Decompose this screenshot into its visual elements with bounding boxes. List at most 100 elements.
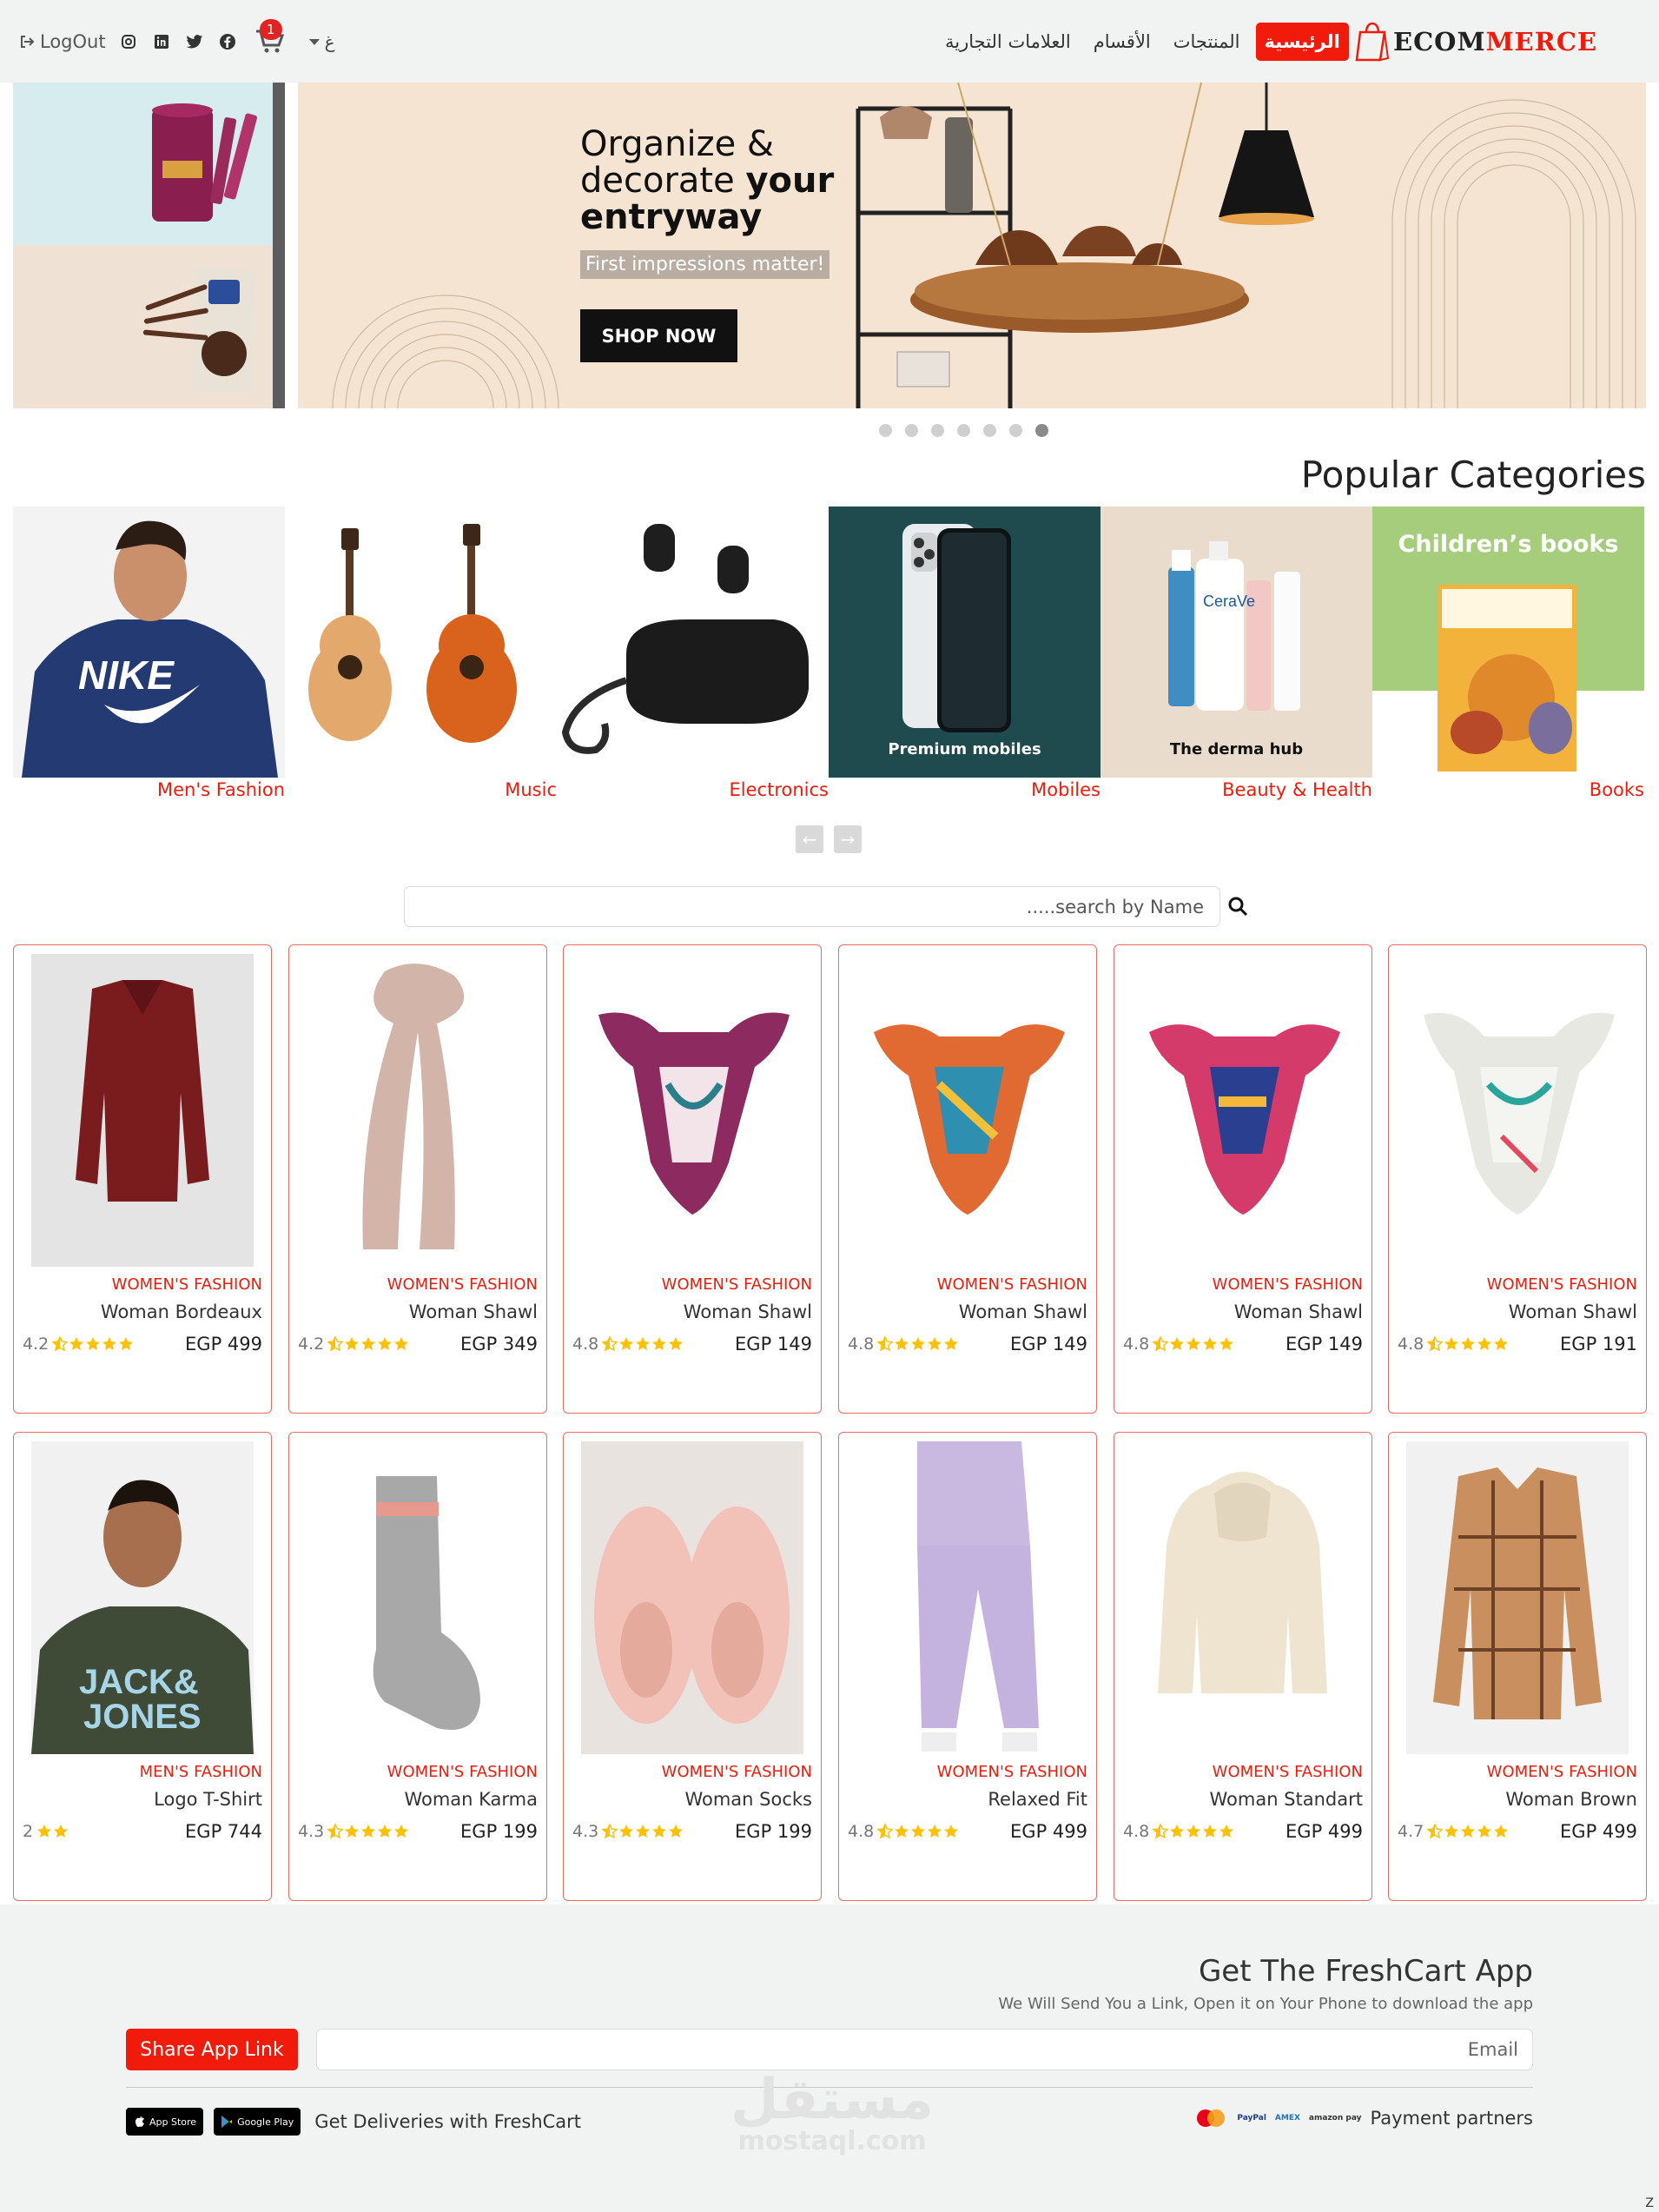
rating-value: 4.8 [572, 1334, 599, 1354]
google-play-icon [221, 2116, 233, 2128]
category-image [285, 507, 557, 778]
share-app-link-button[interactable]: Share App Link [126, 2029, 298, 2070]
product-card[interactable]: WOMEN'S FASHION Relaxed Fit 4.8 EGP 499 [838, 1432, 1097, 1901]
carousel-dot[interactable] [905, 424, 918, 437]
product-image [1132, 954, 1354, 1267]
brand-logo[interactable]: ECOMMERCE [1355, 16, 1597, 68]
category-beauty-health[interactable]: CeraVe The derma hub Beauty & Health [1100, 507, 1372, 802]
google-play-badge[interactable]: Google Play [214, 2108, 301, 2136]
product-card[interactable]: WOMEN'S FASHION Woman Brown 4.7 EGP 499 [1388, 1432, 1647, 1901]
carousel-dot[interactable] [957, 424, 970, 437]
product-rating: 4.8 [848, 1822, 959, 1841]
product-card[interactable]: WOMEN'S FASHION Woman Shawl 4.2 EGP 349 [288, 944, 547, 1414]
logout-icon [21, 36, 35, 48]
nav-categories[interactable]: الأقسام [1087, 24, 1158, 59]
category-label: Music [505, 779, 557, 800]
search-input[interactable] [404, 886, 1220, 927]
product-card[interactable]: WOMEN'S FASHION Woman Bordeaux 4.2 EGP 499 [13, 944, 272, 1414]
app-store-badge[interactable]: App Store [126, 2108, 204, 2136]
product-card[interactable]: WOMEN'S FASHION Woman Shawl 4.8 EGP 149 [563, 944, 822, 1414]
hero-banner[interactable]: Organize & decorate your entryway First … [298, 83, 1646, 408]
star-icon [361, 1825, 376, 1838]
category-label: Electronics [729, 779, 829, 800]
rating-value: 4.8 [1123, 1334, 1150, 1354]
arrow-left-icon[interactable]: ← [796, 825, 823, 853]
star-icon [636, 1825, 651, 1838]
category-mens-fashion[interactable]: NIKE Men's Fashion [13, 507, 285, 802]
rating-value: 4.3 [298, 1822, 325, 1841]
category-books[interactable]: Children’s books Books [1372, 507, 1644, 802]
product-image [31, 954, 254, 1267]
product-footer: 4.8 EGP 149 [1123, 1334, 1363, 1354]
product-card[interactable]: WOMEN'S FASHION Woman Shawl 4.8 EGP 191 [1388, 944, 1647, 1414]
star-icon [636, 1337, 651, 1350]
product-footer: 4.8 EGP 499 [1123, 1821, 1363, 1842]
star-icon [944, 1337, 959, 1350]
product-image [856, 1441, 1079, 1754]
category-image: Premium mobiles [829, 507, 1100, 778]
product-price: EGP 499 [1010, 1821, 1087, 1842]
rating-stars [602, 1336, 684, 1352]
star-icon [345, 1825, 360, 1838]
arrow-right-icon[interactable]: → [834, 825, 862, 853]
product-rating: 4.3 [298, 1822, 409, 1841]
hero-line-2a: decorate [580, 161, 746, 201]
rating-stars [1427, 1824, 1509, 1839]
product-category: WOMEN'S FASHION [387, 1763, 538, 1781]
product-card[interactable]: JACK& JONES MEN'S FASHION Logo T-Shirt 2 EGP … [13, 1432, 272, 1901]
carousel-dot[interactable] [879, 424, 892, 437]
product-card[interactable]: WOMEN'S FASHION Woman Shawl 4.8 EGP 149 [838, 944, 1097, 1414]
payment-partners: PayPal AMEX amazon pay Payment partners [1193, 2108, 1533, 2129]
half-star-icon [877, 1824, 894, 1839]
carousel-dot[interactable] [931, 424, 944, 437]
product-card[interactable]: WOMEN'S FASHION Woman Socks 4.3 EGP 199 [563, 1432, 822, 1901]
cart-button[interactable]: 1 [255, 19, 290, 57]
nav-brands[interactable]: العلامات التجارية [938, 24, 1078, 59]
hero-side-banner[interactable] [13, 83, 285, 408]
app-store-badges: App Store Google Play Get Deliveries wit… [126, 2108, 581, 2136]
linkedin-icon[interactable] [151, 31, 172, 52]
nav-home[interactable]: الرئيسية [1255, 23, 1349, 61]
category-electronics[interactable]: Electronics [557, 507, 829, 802]
hero-line-3: entryway [580, 197, 763, 237]
product-image [307, 954, 529, 1267]
rating-value: 4.7 [1398, 1822, 1424, 1841]
email-field[interactable] [316, 2029, 1533, 2070]
svg-text:NIKE: NIKE [78, 652, 175, 698]
amazon-pay-icon: amazon pay [1308, 2114, 1362, 2123]
star-icon [1219, 1337, 1234, 1350]
carousel-dot[interactable] [1009, 424, 1022, 437]
category-mobiles[interactable]: Premium mobiles Mobiles [829, 507, 1100, 802]
product-card[interactable]: WOMEN'S FASHION Woman Shawl 4.8 EGP 149 [1114, 944, 1372, 1414]
carousel-dot[interactable] [1035, 424, 1048, 437]
cookie-pack-image [13, 245, 285, 408]
category-music[interactable]: Music [285, 507, 557, 802]
twitter-icon[interactable] [184, 31, 205, 52]
shop-now-button[interactable]: SHOP NOW [580, 309, 737, 362]
instagram-icon[interactable] [118, 31, 139, 52]
product-price: EGP 744 [185, 1821, 262, 1842]
half-star-icon [327, 1336, 344, 1352]
logout-link[interactable]: LogOut [19, 31, 106, 52]
facebook-icon[interactable] [217, 31, 238, 52]
nav-products[interactable]: المنتجات [1167, 24, 1247, 59]
category-slider: NIKE Men's Fashion Music Electronics Pre… [13, 507, 1646, 802]
product-name: Woman Shawl [408, 1301, 538, 1322]
rating-stars [36, 1824, 69, 1839]
product-card[interactable]: WOMEN'S FASHION Woman Karma 4.3 EGP 199 [288, 1432, 547, 1901]
snack-tin-image [13, 83, 285, 245]
product-footer: 4.2 EGP 349 [298, 1334, 538, 1354]
star-icon [669, 1825, 684, 1838]
half-star-icon [1153, 1824, 1169, 1839]
product-footer: 4.8 EGP 149 [572, 1334, 812, 1354]
product-card[interactable]: WOMEN'S FASHION Woman Standart 4.8 EGP 499 [1114, 1432, 1372, 1901]
star-icon [1444, 1825, 1459, 1838]
product-category: WOMEN'S FASHION [936, 1275, 1087, 1294]
star-icon [1477, 1337, 1492, 1350]
search-icon[interactable] [1227, 896, 1250, 918]
product-footer: 4.8 EGP 499 [848, 1821, 1087, 1842]
carousel-dot[interactable] [983, 424, 996, 437]
footer: Get The FreshCart App We Will Send You a… [0, 1904, 1659, 2212]
language-dropdown[interactable]: غ [308, 31, 335, 52]
rating-value: 4.8 [848, 1334, 875, 1354]
